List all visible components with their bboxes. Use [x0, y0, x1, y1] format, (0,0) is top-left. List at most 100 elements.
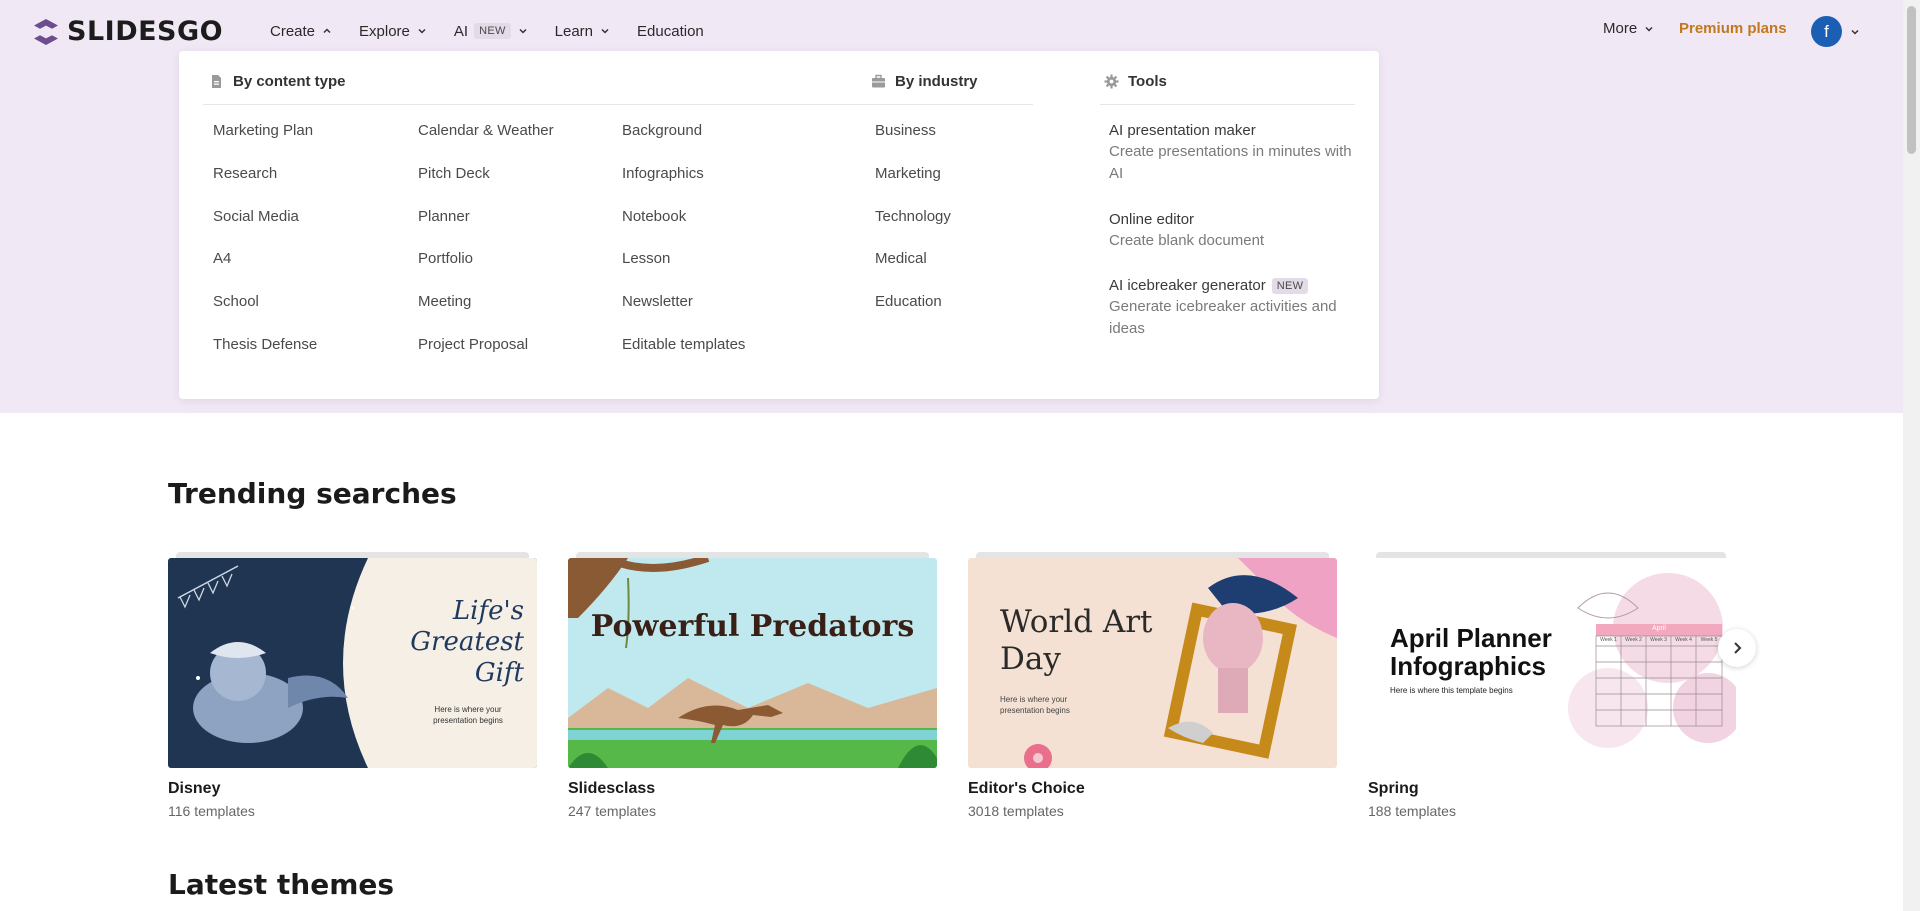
slidesgo-logo[interactable]: SLIDESGO	[31, 16, 223, 47]
divider	[203, 104, 980, 105]
chevron-down-icon	[1645, 26, 1653, 32]
avatar-initial: f	[1824, 21, 1829, 41]
chevron-down-icon[interactable]	[1849, 26, 1861, 38]
card-count: 188 templates	[1368, 803, 1456, 819]
link-thesis-defense[interactable]: Thesis Defense	[213, 336, 317, 353]
card-name[interactable]: Slidesclass	[568, 780, 655, 798]
chevron-right-icon	[1734, 642, 1742, 654]
more-menu[interactable]: More	[1603, 20, 1655, 37]
link-technology[interactable]: Technology	[875, 208, 951, 225]
nav-ai-label: AI	[453, 22, 469, 40]
nav-learn[interactable]: Learn	[555, 20, 611, 42]
industry-heading-label: By industry	[895, 73, 978, 90]
gear-icon	[1104, 74, 1119, 89]
card-count: 116 templates	[168, 803, 255, 819]
link-newsletter[interactable]: Newsletter	[622, 293, 693, 310]
nav-education[interactable]: Education	[637, 20, 704, 42]
chevron-down-icon	[418, 28, 426, 34]
thumbnail-title: April Planner Infographics	[1390, 623, 1552, 681]
link-notebook[interactable]: Notebook	[622, 208, 686, 225]
tool-title: AI icebreaker generator	[1109, 277, 1266, 294]
chevron-up-icon	[323, 28, 331, 34]
divider	[865, 104, 1033, 105]
nav-create-label: Create	[270, 22, 316, 40]
nav-explore[interactable]: Explore	[359, 20, 428, 42]
link-business[interactable]: Business	[875, 122, 936, 139]
nav-education-label: Education	[637, 22, 704, 40]
link-project-proposal[interactable]: Project Proposal	[418, 336, 528, 353]
new-badge: NEW	[474, 23, 511, 39]
link-social-media[interactable]: Social Media	[213, 208, 299, 225]
thumbnail-subtitle: Here is where your presentation begins	[1000, 695, 1070, 715]
industry-heading: By industry	[871, 73, 978, 90]
link-marketing-plan[interactable]: Marketing Plan	[213, 122, 313, 139]
thumbnail-spring[interactable]: April Planner Infographics Here is where…	[1368, 558, 1736, 768]
tool-ai-presentation-maker[interactable]: AI presentation maker Create presentatio…	[1109, 122, 1354, 185]
nav-ai[interactable]: AI NEW	[454, 20, 529, 42]
thumbnail-slidesclass[interactable]: Powerful Predators	[568, 558, 937, 768]
page-scrollbar[interactable]	[1903, 0, 1920, 911]
thumbnail-title: Life's Greatest Gift	[410, 596, 524, 688]
link-pitch-deck[interactable]: Pitch Deck	[418, 165, 490, 182]
latest-themes-title: Latest themes	[168, 868, 395, 901]
carousel-next-button[interactable]	[1718, 629, 1756, 667]
card-name[interactable]: Spring	[1368, 780, 1419, 798]
main-nav: Create Explore AI NEW Learn Education	[270, 20, 730, 42]
chevron-down-icon	[519, 28, 527, 34]
user-avatar[interactable]: f	[1811, 16, 1842, 47]
link-medical[interactable]: Medical	[875, 250, 927, 267]
calendar-month: April	[1651, 625, 1666, 632]
new-badge: NEW	[1271, 277, 1309, 294]
scrollbar-thumb[interactable]	[1907, 6, 1916, 154]
link-education-industry[interactable]: Education	[875, 293, 942, 310]
card-name[interactable]: Editor's Choice	[968, 780, 1085, 798]
tool-description: Create presentations in minutes with AI	[1109, 143, 1352, 182]
link-portfolio[interactable]: Portfolio	[418, 250, 473, 267]
document-icon	[212, 75, 221, 88]
divider	[1100, 104, 1355, 105]
tool-title[interactable]: AI presentation maker	[1109, 122, 1354, 139]
create-dropdown-menu: By content type Marketing Plan Research …	[179, 51, 1379, 399]
calendar-week: Week 3	[1650, 637, 1667, 643]
link-a4[interactable]: A4	[213, 250, 231, 267]
link-infographics[interactable]: Infographics	[622, 165, 704, 182]
nav-learn-label: Learn	[554, 22, 594, 40]
content-type-heading-label: By content type	[233, 73, 346, 90]
thumbnail-title: Powerful Predators	[590, 609, 915, 644]
link-meeting[interactable]: Meeting	[418, 293, 471, 310]
link-planner[interactable]: Planner	[418, 208, 470, 225]
calendar-week-row: Week 1 Week 2 Week 3 Week 4 Week 5	[1596, 637, 1722, 643]
slidesclass-thumbnail-art	[568, 558, 937, 768]
tool-description: Create blank document	[1109, 232, 1265, 249]
nav-create[interactable]: Create	[270, 20, 333, 42]
thumbnail-disney[interactable]: Life's Greatest Gift Here is where your …	[168, 558, 537, 768]
nav-explore-label: Explore	[359, 22, 410, 40]
thumbnail-editors-choice[interactable]: World Art Day Here is where your present…	[968, 558, 1337, 768]
link-calendar-weather[interactable]: Calendar & Weather	[418, 122, 554, 139]
card-count: 247 templates	[568, 803, 656, 819]
chevron-down-icon	[601, 28, 609, 34]
right-nav: More Premium plans f	[1603, 14, 1903, 48]
content-type-heading: By content type	[209, 73, 346, 90]
tool-title[interactable]: Online editor	[1109, 211, 1354, 228]
more-label: More	[1603, 20, 1638, 37]
premium-plans-link[interactable]: Premium plans	[1679, 20, 1787, 37]
tools-heading-label: Tools	[1128, 73, 1167, 90]
logo-icon	[34, 18, 58, 45]
tool-title-row[interactable]: AI icebreaker generator NEW	[1109, 277, 1354, 294]
link-marketing[interactable]: Marketing	[875, 165, 941, 182]
tool-description: Generate icebreaker activities and ideas	[1109, 298, 1337, 337]
tool-ai-icebreaker-generator[interactable]: AI icebreaker generator NEW Generate ice…	[1109, 277, 1354, 340]
link-research[interactable]: Research	[213, 165, 277, 182]
link-editable-templates[interactable]: Editable templates	[622, 336, 745, 353]
card-name[interactable]: Disney	[168, 780, 220, 798]
calendar-week: Week 2	[1625, 637, 1642, 643]
link-school[interactable]: School	[213, 293, 259, 310]
logo-text: SLIDESGO	[67, 16, 224, 47]
link-background[interactable]: Background	[622, 122, 702, 139]
thumbnail-title: World Art Day	[1000, 604, 1153, 677]
link-lesson[interactable]: Lesson	[622, 250, 670, 267]
calendar-week: Week 4	[1675, 637, 1692, 643]
tool-online-editor[interactable]: Online editor Create blank document	[1109, 211, 1354, 252]
calendar-week: Week 1	[1600, 637, 1617, 643]
